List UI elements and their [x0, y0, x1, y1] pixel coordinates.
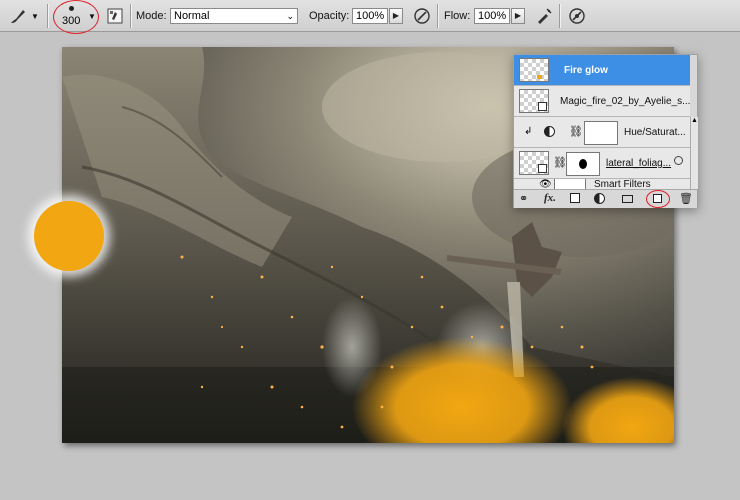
- flow-input[interactable]: 100%: [474, 8, 510, 24]
- layers-scrollbar[interactable]: ▲: [690, 117, 698, 189]
- layer-thumbnail: [519, 89, 549, 113]
- layer-thumbnail: [519, 151, 549, 175]
- adjustment-icon[interactable]: [594, 193, 605, 204]
- smart-filter-indicator-icon: [674, 156, 683, 165]
- layer-mask-thumbnail: [566, 152, 600, 176]
- fx-icon[interactable]: fx.: [544, 192, 556, 204]
- layer-row-lateral-foliage[interactable]: ⛓ lateral_foliag...: [514, 148, 690, 179]
- flow-label: Flow:: [444, 10, 471, 22]
- mode-value: Normal: [174, 10, 210, 22]
- pressure-opacity-icon[interactable]: [412, 6, 432, 26]
- layer-thumbnail: [519, 58, 549, 82]
- link-chain-icon: ⛓: [553, 157, 567, 169]
- scroll-up-icon: ▲: [691, 117, 698, 124]
- options-toolbar: ▼ 300 ▼ Mode: Normal ⌄ Opacity: 100% ▶ F…: [0, 0, 740, 34]
- link-icon[interactable]: ⚭: [519, 192, 528, 205]
- new-layer-highlight-circle: [646, 190, 670, 208]
- trash-icon[interactable]: 🗑: [679, 192, 693, 205]
- pressure-size-icon[interactable]: [567, 6, 587, 26]
- layer-name: Hue/Saturat...: [624, 127, 686, 138]
- opacity-slider-arrow-icon[interactable]: ▶: [389, 8, 403, 24]
- brush-size-highlight-circle: [53, 0, 99, 34]
- mode-select[interactable]: Normal ⌄: [170, 8, 298, 24]
- group-folder-icon[interactable]: [622, 195, 633, 203]
- smart-object-icon: [538, 102, 547, 111]
- adjustment-layer-icon: [544, 126, 555, 137]
- brush-stroke-blob: [34, 201, 104, 271]
- chevron-down-icon: ⌄: [286, 11, 294, 21]
- layer-mask-thumbnail: [584, 121, 618, 145]
- airbrush-icon[interactable]: [534, 6, 554, 26]
- layers-panel: Fire glow Magic_fire_02_by_Ayelie_s... ↲…: [513, 54, 698, 208]
- opacity-input[interactable]: 100%: [352, 8, 388, 24]
- flow-slider-arrow-icon[interactable]: ▶: [511, 8, 525, 24]
- layer-row-hue-saturation[interactable]: ↲ ⛓ Hue/Saturat...: [514, 117, 690, 148]
- clipping-arrow-icon: ↲: [524, 126, 533, 137]
- layer-row-magic-fire[interactable]: Magic_fire_02_by_Ayelie_s...: [514, 86, 690, 117]
- link-chain-icon: ⛓: [569, 126, 583, 138]
- layer-name: Fire glow: [564, 65, 608, 76]
- mode-label: Mode:: [136, 10, 167, 22]
- tool-preset-dropdown-icon[interactable]: ▼: [31, 0, 39, 32]
- layer-name: lateral_foliag...: [606, 158, 672, 169]
- opacity-label: Opacity:: [309, 10, 350, 22]
- brush-panel-toggle-icon[interactable]: [105, 6, 125, 26]
- mask-icon[interactable]: [570, 193, 580, 203]
- layer-row-fire-glow[interactable]: Fire glow: [514, 55, 690, 86]
- layer-name: Magic_fire_02_by_Ayelie_s...: [560, 96, 691, 107]
- brush-tool-icon[interactable]: [8, 6, 28, 26]
